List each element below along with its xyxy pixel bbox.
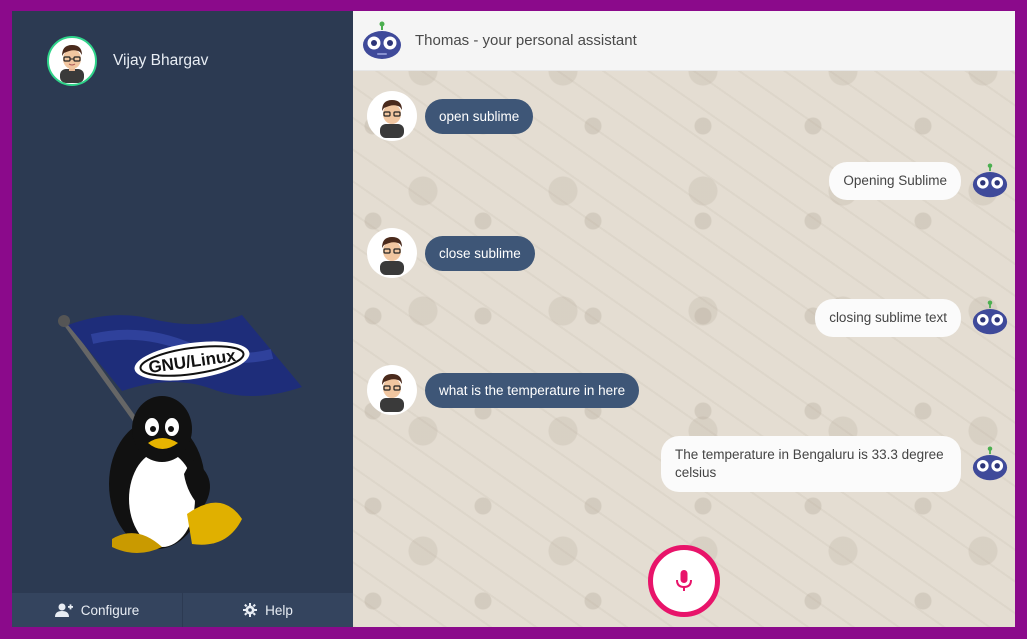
user-avatar — [367, 91, 417, 141]
robot-icon — [972, 446, 1008, 481]
robot-icon — [972, 300, 1008, 335]
bot-message-bubble: closing sublime text — [815, 299, 961, 337]
microphone-button[interactable] — [648, 545, 720, 617]
user-avatar-icon — [380, 100, 404, 138]
microphone-icon — [676, 570, 692, 591]
bot-message-bubble: Opening Sublime — [829, 162, 961, 200]
chat-header: Thomas - your personal assistant — [353, 11, 1015, 71]
sidebar: Vijay Bhargav GNU/Linux Configure Help — [12, 11, 353, 627]
message-row-bot: Opening Sublime — [829, 162, 1009, 200]
user-avatar-icon — [60, 45, 84, 83]
message-row-user: what is the temperature in here — [367, 365, 640, 415]
help-label: Help — [265, 602, 293, 618]
avatar — [47, 36, 97, 86]
add-user-icon — [54, 603, 73, 617]
tux-flag-logo: GNU/Linux — [58, 315, 302, 553]
user-avatar — [367, 365, 417, 415]
message-row-bot: closing sublime text — [815, 299, 1009, 337]
app-frame: Vijay Bhargav GNU/Linux Configure Help T… — [12, 11, 1015, 627]
chat-title: Thomas - your personal assistant — [415, 32, 637, 49]
message-row-user: close sublime — [367, 228, 535, 278]
user-message-bubble: close sublime — [425, 235, 535, 271]
bot-message-bubble: The temperature in Bengaluru is 33.3 deg… — [661, 436, 961, 492]
user-avatar-icon — [380, 237, 404, 275]
profile-name: Vijay Bhargav — [113, 52, 209, 69]
help-button[interactable]: Help — [182, 593, 353, 627]
user-profile: Vijay Bhargav — [47, 36, 208, 86]
message-row-bot: The temperature in Bengaluru is 33.3 deg… — [661, 436, 1009, 492]
message-row-user: open sublime — [367, 91, 534, 141]
sidebar-footer: Configure Help — [12, 593, 353, 627]
user-avatar — [367, 228, 417, 278]
user-avatar-icon — [380, 374, 404, 412]
user-message-bubble: what is the temperature in here — [425, 372, 640, 408]
gear-icon — [243, 603, 258, 617]
configure-button[interactable]: Configure — [12, 593, 182, 627]
chat-panel: Thomas - your personal assistant open su… — [353, 11, 1015, 627]
robot-icon — [363, 21, 401, 59]
configure-label: Configure — [80, 602, 140, 618]
robot-icon — [972, 163, 1008, 198]
user-message-bubble: open sublime — [425, 98, 534, 134]
